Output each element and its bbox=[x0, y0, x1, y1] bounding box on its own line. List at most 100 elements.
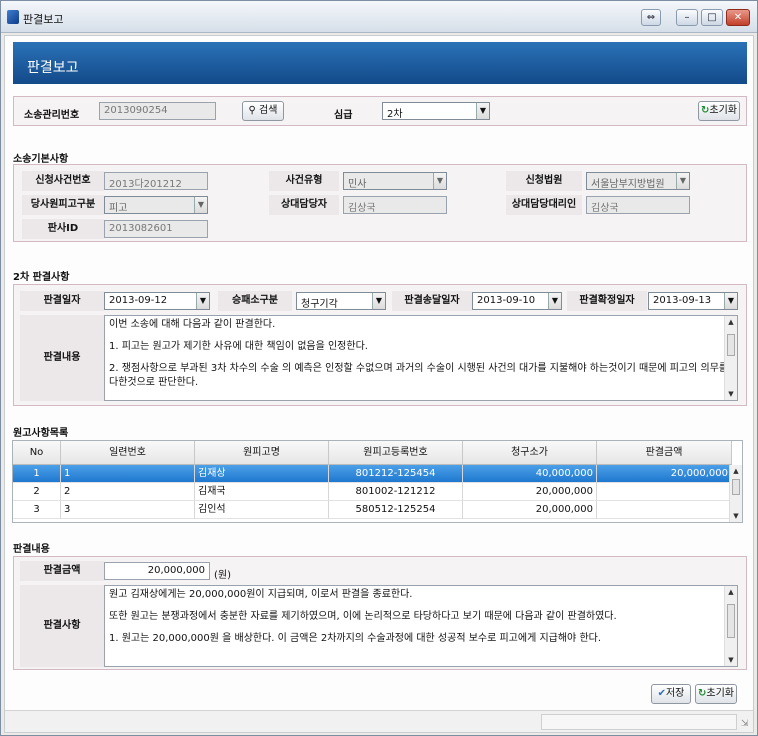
result-matters-textarea[interactable]: 원고 김재상에게는 20,000,000원이 지급되며, 이로서 판결을 종료한… bbox=[104, 585, 738, 667]
party-select[interactable]: 피고 ▼ bbox=[104, 196, 208, 214]
close-button[interactable]: ✕ bbox=[726, 9, 750, 26]
scroll-thumb[interactable] bbox=[727, 604, 735, 638]
table-row[interactable]: 3 3 김인석 580512-125254 20,000,000 bbox=[13, 501, 732, 519]
matters-line: 원고 김재상에게는 20,000,000원이 지급되며, 이로서 판결을 종료한… bbox=[109, 589, 413, 600]
scroll-thumb[interactable] bbox=[727, 334, 735, 356]
result-matters-label: 판결사항 bbox=[20, 585, 104, 667]
search-button[interactable]: ⚲ 검색 bbox=[242, 101, 284, 121]
opp-manager-field: 김상국 bbox=[343, 196, 447, 214]
window-title: 판결보고 bbox=[23, 13, 64, 26]
status-panel bbox=[541, 714, 737, 730]
scroll-up-icon[interactable]: ▲ bbox=[730, 465, 742, 477]
case-type-label: 사건유형 bbox=[269, 171, 339, 191]
title-bar: 판결보고 ⇔ – □ ✕ bbox=[1, 1, 757, 33]
form-content: 판결보고 소송관리번호 2013090254 ⚲ 검색 심급 2차 ▼ ↻초기화 … bbox=[4, 35, 754, 733]
col-header-no[interactable]: No bbox=[13, 441, 61, 465]
search-panel: 소송관리번호 2013090254 ⚲ 검색 심급 2차 ▼ ↻초기화 bbox=[13, 96, 747, 126]
minimize-button[interactable]: – bbox=[676, 9, 698, 26]
party-value: 피고 bbox=[109, 203, 128, 214]
cell-amount[interactable] bbox=[597, 501, 732, 519]
scroll-up-icon[interactable]: ▲ bbox=[725, 316, 737, 328]
judge-id-field: 2013082601 bbox=[104, 220, 208, 238]
col-header-reg[interactable]: 원피고등록번호 bbox=[329, 441, 463, 465]
cell-name: 김인석 bbox=[195, 501, 329, 519]
cell-seq: 3 bbox=[61, 501, 195, 519]
chevron-down-icon: ▼ bbox=[372, 293, 385, 309]
instance-label: 심급 bbox=[334, 110, 353, 121]
scroll-down-icon[interactable]: ▼ bbox=[725, 654, 737, 666]
restore-window-icon[interactable]: ⇔ bbox=[641, 9, 661, 26]
matters-line: 1. 원고는 20,000,000원 을 배상한다. 이 금액은 2차까지의 수… bbox=[109, 633, 602, 644]
textarea-scrollbar[interactable]: ▲ ▼ bbox=[724, 586, 737, 666]
resize-grip-icon[interactable]: ⇲ bbox=[741, 719, 749, 729]
judgment-panel: 판결일자 2013-09-12 ▼ 승패소구분 청구기각 ▼ 판결송달일자 2013… bbox=[13, 284, 747, 406]
judgment-content-label: 판결내용 bbox=[20, 315, 104, 401]
table-row[interactable]: 2 2 김재국 801002-121212 20,000,000 bbox=[13, 483, 732, 501]
save-icon: ✔ bbox=[657, 688, 666, 699]
col-header-claim[interactable]: 청구소가 bbox=[463, 441, 597, 465]
basic-info-panel: 신청사건번호 2013다201212 사건유형 민사 ▼ 신청법원 서울남부지방법… bbox=[13, 164, 747, 242]
content-line: 이번 소송에 대해 다음과 같이 판결한다. bbox=[109, 319, 276, 330]
result-amount-input[interactable]: 20,000,000 bbox=[104, 562, 210, 580]
content-line: 다한것으로 판단한다. bbox=[109, 377, 199, 388]
chevron-down-icon: ▼ bbox=[196, 293, 209, 309]
cell-amount[interactable]: 20,000,000 bbox=[597, 465, 732, 483]
cell-claim: 40,000,000 bbox=[463, 465, 597, 483]
case-mgmt-label: 소송관리번호 bbox=[24, 110, 80, 121]
app-case-no-field: 2013다201212 bbox=[104, 172, 208, 190]
window: 판결보고 ⇔ – □ ✕ 판결보고 소송관리번호 2013090254 ⚲ 검색… bbox=[0, 0, 758, 736]
scroll-down-icon[interactable]: ▼ bbox=[725, 388, 737, 400]
status-bar: ⇲ bbox=[5, 710, 753, 732]
cell-no: 1 bbox=[13, 465, 61, 483]
chevron-down-icon: ▼ bbox=[194, 197, 207, 213]
maximize-button[interactable]: □ bbox=[701, 9, 723, 26]
col-header-name[interactable]: 원피고명 bbox=[195, 441, 329, 465]
content-line: 1. 피고는 원고가 제기한 사유에 대한 책임이 없음을 인정한다. bbox=[109, 341, 368, 352]
amount-unit: (원) bbox=[214, 570, 232, 581]
reset-form-button[interactable]: ↻초기화 bbox=[695, 684, 737, 704]
delivery-date-select[interactable]: 2013-09-10 ▼ bbox=[472, 292, 562, 310]
search-button-label: 검색 bbox=[259, 105, 278, 116]
final-date-select[interactable]: 2013-09-13 ▼ bbox=[648, 292, 738, 310]
instance-select[interactable]: 2차 ▼ bbox=[382, 102, 490, 120]
chevron-down-icon: ▼ bbox=[724, 293, 737, 309]
opp-manager-label: 상대담당자 bbox=[269, 195, 339, 215]
page-header: 판결보고 bbox=[13, 42, 747, 84]
result-type-select[interactable]: 청구기각 ▼ bbox=[296, 292, 386, 310]
textarea-scrollbar[interactable]: ▲ ▼ bbox=[724, 316, 737, 400]
scroll-up-icon[interactable]: ▲ bbox=[725, 586, 737, 598]
case-type-select[interactable]: 민사 ▼ bbox=[343, 172, 447, 190]
col-header-seq[interactable]: 일련번호 bbox=[61, 441, 195, 465]
section-title-plaintiffs: 원고사항목록 bbox=[13, 428, 69, 439]
instance-value: 2차 bbox=[387, 109, 403, 120]
final-date-label: 판결확정일자 bbox=[567, 291, 647, 311]
scroll-down-icon[interactable]: ▼ bbox=[730, 510, 742, 522]
cell-claim: 20,000,000 bbox=[463, 483, 597, 501]
col-header-amount[interactable]: 판결금액 bbox=[597, 441, 732, 465]
result-amount-label: 판결금액 bbox=[20, 561, 104, 581]
matters-line: 또한 원고는 분쟁과정에서 충분한 자료를 제기하였으며, 이에 논리적으로 타… bbox=[109, 611, 617, 622]
judgment-date-label: 판결일자 bbox=[20, 291, 104, 311]
cell-name: 김재상 bbox=[195, 465, 329, 483]
cell-amount[interactable] bbox=[597, 483, 732, 501]
court-value: 서울남부지방법원 bbox=[591, 179, 665, 190]
section-title-basic: 소송기본사항 bbox=[13, 154, 69, 165]
case-mgmt-number-field[interactable]: 2013090254 bbox=[99, 102, 216, 120]
grid-scrollbar[interactable]: ▲ ▼ bbox=[729, 465, 742, 522]
chevron-down-icon: ▼ bbox=[676, 173, 689, 189]
party-label: 당사원피고구분 bbox=[22, 195, 104, 215]
plaintiff-grid: No 일련번호 원피고명 원피고등록번호 청구소가 판결금액 1 1 김재상 8… bbox=[12, 440, 743, 523]
cell-reg: 801212-125454 bbox=[329, 465, 463, 483]
cell-no: 2 bbox=[13, 483, 61, 501]
judgment-date-select[interactable]: 2013-09-12 ▼ bbox=[104, 292, 210, 310]
save-button[interactable]: ✔저장 bbox=[651, 684, 691, 704]
cell-name: 김재국 bbox=[195, 483, 329, 501]
opp-agent-field: 김상국 bbox=[586, 196, 690, 214]
judgment-content-textarea[interactable]: 이번 소송에 대해 다음과 같이 판결한다. 1. 피고는 원고가 제기한 사유… bbox=[104, 315, 738, 401]
app-case-no-label: 신청사건번호 bbox=[22, 171, 104, 191]
reset-search-button[interactable]: ↻초기화 bbox=[698, 101, 740, 121]
court-select[interactable]: 서울남부지방법원 ▼ bbox=[586, 172, 690, 190]
scroll-thumb[interactable] bbox=[732, 479, 740, 495]
table-row[interactable]: 1 1 김재상 801212-125454 40,000,000 20,000,… bbox=[13, 465, 732, 483]
app-icon bbox=[7, 10, 19, 24]
